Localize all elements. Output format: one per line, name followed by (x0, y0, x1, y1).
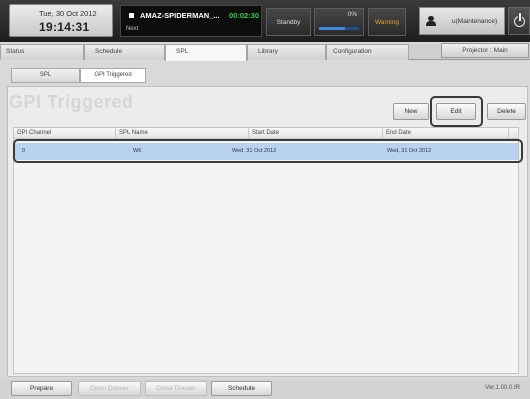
column-header[interactable]: SPL Name (116, 128, 249, 139)
progress-fill (319, 27, 346, 30)
schedule-button[interactable]: Schedule (211, 381, 272, 396)
bottom-bar: Prepare Open Douser Close Douser Schedul… (0, 379, 530, 399)
column-header[interactable]: End Date (383, 128, 509, 139)
projector-selector[interactable]: Projector : Main (441, 43, 529, 58)
subtab-spl[interactable]: SPL (11, 68, 80, 83)
edit-button[interactable]: Edit (436, 103, 476, 120)
current-time: 19:14:31 (39, 20, 90, 34)
warning-button[interactable]: Warning (368, 8, 406, 36)
version-label: Ver.1.00.0.IR (485, 385, 520, 391)
user-icon (426, 16, 436, 26)
subtab-gpi-triggered[interactable]: GPI Triggered (80, 68, 146, 83)
tab-schedule[interactable]: Schedule (84, 44, 165, 60)
standby-button[interactable]: Standby (266, 8, 311, 36)
current-date: Tue, 30 Oct 2012 (39, 9, 97, 18)
progress-bar (319, 27, 359, 30)
top-bar: Tue, 30 Oct 2012 19:14:31 AMAZ-SPIDERMAN… (0, 0, 530, 42)
power-button[interactable] (508, 7, 530, 35)
clock-panel: Tue, 30 Oct 2012 19:14:31 (9, 4, 113, 37)
tab-spl[interactable]: SPL (165, 44, 247, 61)
open-douser-button[interactable]: Open Douser (78, 381, 141, 396)
progress-label: 0% (347, 11, 357, 18)
next-label: Next (126, 26, 139, 32)
column-header[interactable]: Start Date (249, 128, 383, 139)
close-douser-button[interactable]: Close Douser (145, 381, 207, 396)
gpi-table: GPI Channel SPL Name Start Date End Date… (13, 127, 519, 374)
now-playing-panel: AMAZ-SPIDERMAN_... 00:02:30 Next (120, 5, 262, 37)
stop-state-icon (129, 13, 134, 18)
now-playing-elapsed: 00:02:30 (229, 11, 260, 20)
sub-tab-bar: SPL GPI Triggered (11, 68, 146, 83)
table-header: GPI Channel SPL Name Start Date End Date (14, 128, 518, 139)
delete-button[interactable]: Delete (487, 103, 526, 120)
tab-configuration[interactable]: Configuration (326, 44, 409, 60)
now-playing-title: AMAZ-SPIDERMAN_... (140, 11, 220, 20)
tab-status[interactable]: Status (0, 44, 84, 60)
page-title: GPI Triggered (9, 92, 134, 112)
column-header[interactable]: GPI Channel (14, 128, 116, 139)
progress-indicator: 0% (314, 8, 364, 36)
row-highlight (13, 139, 523, 163)
user-label: u(Maintenance) (452, 18, 498, 25)
new-button[interactable]: New (393, 103, 429, 120)
prepare-button[interactable]: Prepare (11, 381, 72, 396)
tab-library[interactable]: Library (247, 44, 326, 60)
